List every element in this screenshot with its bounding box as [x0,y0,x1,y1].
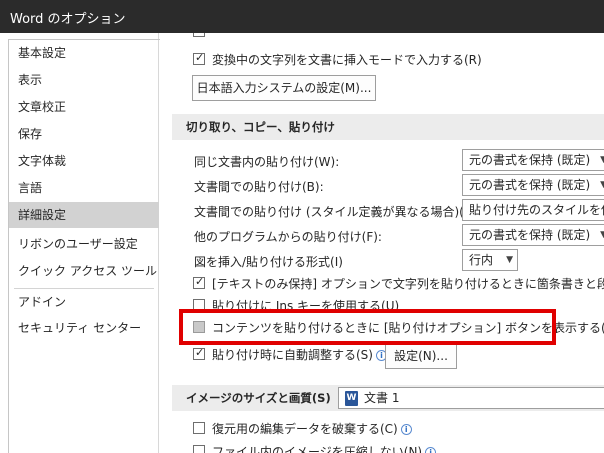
chevron-down-icon: ▼ [506,255,513,265]
paste-between-documents-value: 元の書式を保持 (既定) [469,178,591,192]
options-sidebar: 基本設定 表示 文章校正 保存 文字体裁 言語 詳細設定 リボンのユーザー設定 … [0,33,185,453]
info-icon: i [425,447,437,453]
keep-bullets-label: [テキストのみ保持] オプションで文字列を貼り付けるときに箇条書きと段落番号を保 [212,277,604,291]
insert-mode-checkbox[interactable] [193,51,205,65]
paste-style-conflict-value: 貼り付け先のスタイルを使用 [469,203,604,217]
discard-editing-data-wrap: 復元用の編集データを破棄する(C) i [212,420,412,437]
title-bar: Word のオプション [0,0,604,33]
paste-style-conflict-label: 文書間での貼り付け (スタイル定義が異なる場合)(E): [194,205,481,219]
advanced-settings-panel: 変換中の文字列を文書に挿入モードで入力する(R) 日本語入力システムの設定(M)… [160,33,604,453]
paste-other-programs-value: 元の書式を保持 (既定) [469,228,591,242]
image-size-document-value: 文書 1 [364,391,400,405]
do-not-compress-label: ファイル内のイメージを圧縮しない(N) [212,445,423,453]
chevron-down-icon: ▼ [600,175,604,195]
paste-between-documents-label: 文書間での貼り付け(B): [194,180,324,194]
insert-picture-value: 行内 [469,253,494,267]
ime-settings-button[interactable]: 日本語入力システムの設定(M)... [192,75,376,101]
smart-cut-settings-button[interactable]: 設定(N)... [385,343,457,369]
paste-within-document-dropdown[interactable]: 元の書式を保持 (既定) ▼ [462,149,604,171]
highlight-annotation-box [179,309,556,345]
image-size-quality-title: イメージのサイズと画質(S) [186,391,331,405]
do-not-compress-wrap: ファイル内のイメージを圧縮しない(N) i [212,443,437,453]
sidebar-item-save[interactable]: 保存 [9,121,159,147]
smart-cut-paste-checkbox[interactable] [193,346,205,360]
insert-mode-label: 変換中の文字列を文書に挿入モードで入力する(R) [212,53,482,67]
paste-style-conflict-dropdown[interactable]: 貼り付け先のスタイルを使用 [462,199,604,221]
chevron-down-icon: ▼ [600,150,604,170]
sidebar-item-addins[interactable]: アドイン [9,289,159,315]
sidebar-item-typography[interactable]: 文字体裁 [9,148,159,174]
sidebar-item-quick-access-toolbar[interactable]: クイック アクセス ツール バー [9,258,185,284]
sidebar-item-language[interactable]: 言語 [9,175,159,201]
discard-editing-data-label: 復元用の編集データを破棄する(C) [212,422,398,436]
sidebar-item-display[interactable]: 表示 [9,67,159,93]
image-size-document-dropdown[interactable]: W 文書 1 [338,387,604,409]
word-document-icon: W [345,391,358,406]
discard-editing-data-checkbox[interactable] [193,422,205,434]
paste-within-document-label: 同じ文書内の貼り付け(W): [194,155,340,169]
paste-between-documents-dropdown[interactable]: 元の書式を保持 (既定) ▼ [462,174,604,196]
chevron-down-icon: ▼ [600,225,604,245]
window-title: Word のオプション [10,12,126,27]
clipped-checkbox[interactable] [193,33,205,37]
sidebar-item-customize-ribbon[interactable]: リボンのユーザー設定 [9,231,159,257]
sidebar-item-proofing[interactable]: 文章校正 [9,94,159,120]
info-icon: i [400,424,412,435]
insert-picture-dropdown[interactable]: 行内 ▼ [462,249,518,271]
sidebar-item-trust-center[interactable]: セキュリティ センター [9,315,159,341]
paste-other-programs-label: 他のプログラムからの貼り付け(F): [194,230,382,244]
smart-cut-paste-label-wrap: 貼り付け時に自動調整する(S) i [212,346,387,363]
do-not-compress-checkbox[interactable] [193,445,205,453]
keep-bullets-checkbox[interactable] [193,275,205,289]
sidebar-item-general[interactable]: 基本設定 [9,40,159,66]
smart-cut-paste-label: 貼り付け時に自動調整する(S) [212,348,373,362]
paste-other-programs-dropdown[interactable]: 元の書式を保持 (既定) ▼ [462,224,604,246]
insert-picture-label: 図を挿入/貼り付ける形式(I) [194,255,343,269]
cut-copy-paste-heading: 切り取り、コピー、貼り付け [172,114,604,140]
sidebar-item-advanced[interactable]: 詳細設定 [9,202,159,228]
paste-within-document-value: 元の書式を保持 (既定) [469,153,591,167]
